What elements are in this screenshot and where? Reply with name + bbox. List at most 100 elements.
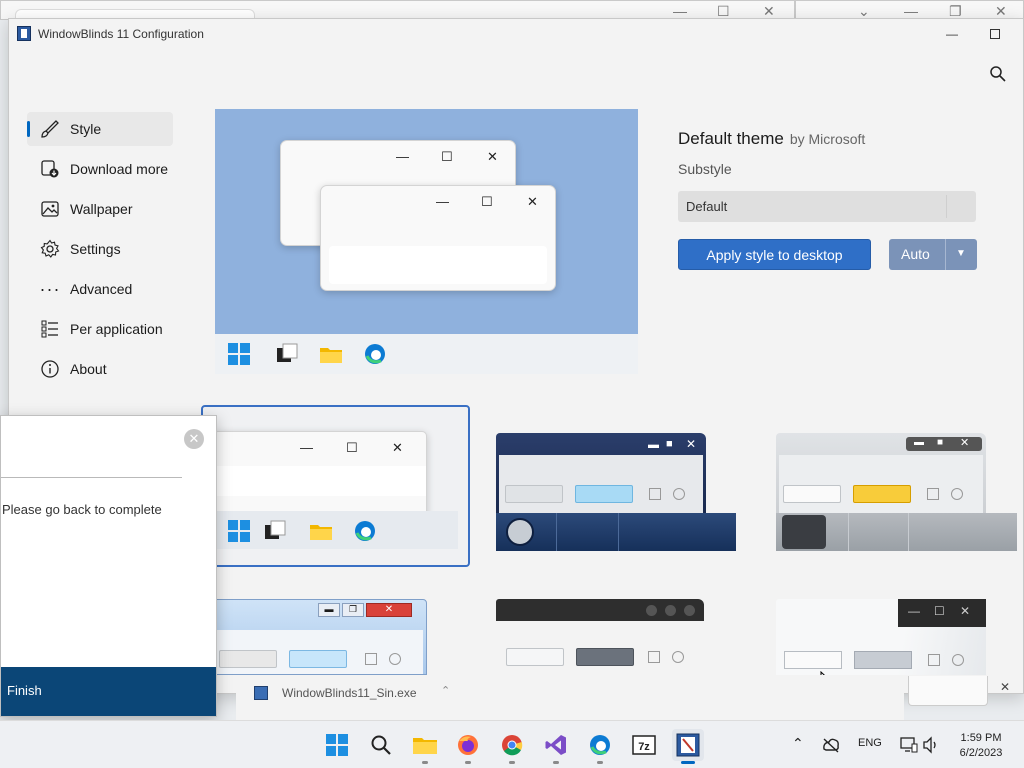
minimize-button[interactable]: — [929, 19, 975, 49]
minimize-icon: ▬ [648, 439, 659, 451]
thumb-radio [389, 653, 401, 665]
close-button[interactable]: ✕ [184, 429, 204, 449]
close-icon: ✕ [960, 437, 970, 449]
search-button[interactable] [989, 65, 1009, 85]
minimize-icon: — [908, 604, 920, 618]
thumb-checkbox [648, 651, 660, 663]
thumb-button [576, 648, 634, 666]
taskbar-chrome[interactable] [496, 729, 528, 764]
show-all-button[interactable] [908, 676, 988, 706]
language-indicator[interactable]: ENG [858, 737, 882, 749]
thumb-window-body [213, 630, 423, 674]
auto-button[interactable]: Auto ▼ [889, 239, 977, 270]
maximize-icon: ■ [666, 438, 673, 450]
divider [618, 513, 619, 551]
svg-text:7z: 7z [638, 741, 650, 753]
more-icon: ··· [39, 278, 61, 299]
sidebar-item-label: Download more skins [70, 161, 171, 177]
skin-thumbnail-silver[interactable]: ▬ ■ ✕ [776, 433, 1017, 551]
visual-studio-icon [545, 735, 566, 755]
substyle-dropdown[interactable]: Default [678, 191, 976, 222]
edge-icon [590, 735, 610, 755]
sidebar-item-label: Wallpaper [70, 201, 133, 217]
minimize-icon: — [300, 440, 313, 455]
maximize-icon: ■ [937, 437, 944, 448]
background-window-bottom: WindowBlinds11_Sin.exe ⌃ [236, 676, 904, 720]
chevron-up-icon[interactable]: ⌃ [792, 735, 804, 752]
minimize-icon[interactable]: — [673, 3, 687, 19]
minimize-icon: ▬ [318, 603, 340, 617]
skin-thumbnail-default[interactable]: — ☐ ✕ [201, 405, 470, 567]
taskbar-windowblinds[interactable] [672, 729, 704, 764]
theme-name: Default theme [678, 129, 784, 148]
selection-indicator [27, 121, 30, 137]
skin-thumbnail-dark-graphite[interactable] [496, 599, 706, 675]
taskbar-7zip[interactable]: 7z [628, 729, 660, 761]
clock-date: 6/2/2023 [959, 747, 1003, 759]
installer-dialog: ✕ Please go back to complete Finish [0, 415, 217, 717]
taskbar-edge[interactable] [584, 729, 616, 764]
taskbar-file-explorer[interactable] [409, 729, 441, 764]
sidebar-item-advanced[interactable]: ··· Advanced [27, 272, 173, 306]
windowblinds-icon [17, 26, 31, 41]
start-icon [228, 520, 250, 542]
volume-icon[interactable] [922, 736, 940, 754]
clock-time: 1:59 PM [960, 732, 1002, 744]
active-indicator [681, 761, 695, 764]
minimize-icon: — [436, 194, 449, 209]
thumb-checkbox [365, 653, 377, 665]
running-indicator [422, 761, 428, 764]
task-view-icon [277, 343, 298, 362]
skin-thumbnail-dark-blue[interactable]: ▬ ■ ✕ [496, 433, 736, 551]
display-icon[interactable] [900, 736, 918, 754]
system-clock[interactable]: 1:59 PM 6/2/2023 [948, 731, 1014, 761]
finish-button[interactable]: Finish [7, 683, 42, 698]
thumb-taskbar [496, 513, 736, 551]
brush-icon [39, 118, 61, 140]
edge-icon [365, 344, 385, 364]
chevron-down-icon[interactable]: ▼ [949, 248, 973, 259]
substyle-value: Default [686, 199, 728, 214]
close-icon[interactable]: ✕ [1000, 680, 1010, 694]
sidebar-item-label: Style [70, 121, 102, 137]
taskbar-search-button[interactable] [365, 729, 397, 761]
start-icon [228, 343, 250, 365]
sidebar-item-label: Per application [70, 321, 163, 337]
sidebar-item-style[interactable]: Style [27, 112, 173, 146]
task-view-icon [265, 520, 286, 539]
close-icon: ✕ [960, 604, 971, 618]
taskbar-visual-studio[interactable] [540, 729, 572, 764]
running-indicator [465, 761, 471, 764]
auto-button-label: Auto [901, 246, 930, 262]
close-icon: ✕ [686, 437, 697, 451]
search-icon [990, 66, 1006, 82]
skin-thumbnail-light-modern[interactable]: — ☐ ✕ [776, 599, 988, 675]
start-button[interactable] [321, 729, 353, 761]
sidebar-item-per-application[interactable]: Per application [27, 312, 173, 346]
network-offline-icon[interactable] [822, 737, 840, 753]
sidebar-item-settings[interactable]: Settings [27, 232, 173, 266]
background-window-right: ⌄ — ❐ ✕ [795, 0, 1024, 20]
sidebar-item-label: Advanced [70, 281, 133, 297]
sidebar-item-wallpaper[interactable]: Wallpaper [27, 192, 173, 226]
maximize-button[interactable] [972, 19, 1018, 49]
preview-window-front: — ☐ ✕ [320, 185, 556, 291]
title-bar[interactable]: WindowBlinds 11 Configuration — [9, 19, 1023, 51]
chevron-down-icon [946, 195, 976, 218]
taskbar-firefox[interactable] [452, 729, 484, 764]
divider [1, 477, 182, 478]
preview-window-body [329, 246, 547, 284]
thumb-input [506, 648, 564, 666]
file-explorer-icon [320, 348, 342, 363]
apply-style-button[interactable]: Apply style to desktop [678, 239, 871, 270]
sidebar-item-download-more[interactable]: Download more skins [27, 152, 173, 186]
thumb-caption-buttons: ▬ ■ ✕ [906, 437, 982, 451]
thumb-start-button [782, 515, 826, 549]
minimize-icon[interactable]: — [904, 3, 918, 19]
thumb-radio [672, 651, 684, 663]
thumb-radio [952, 654, 964, 666]
skin-thumbnail-classic-blue[interactable]: ▬ ❐ ✕ [209, 599, 429, 675]
chrome-icon [502, 735, 523, 756]
sidebar-item-about[interactable]: About [27, 352, 173, 386]
thumb-window [496, 599, 704, 675]
